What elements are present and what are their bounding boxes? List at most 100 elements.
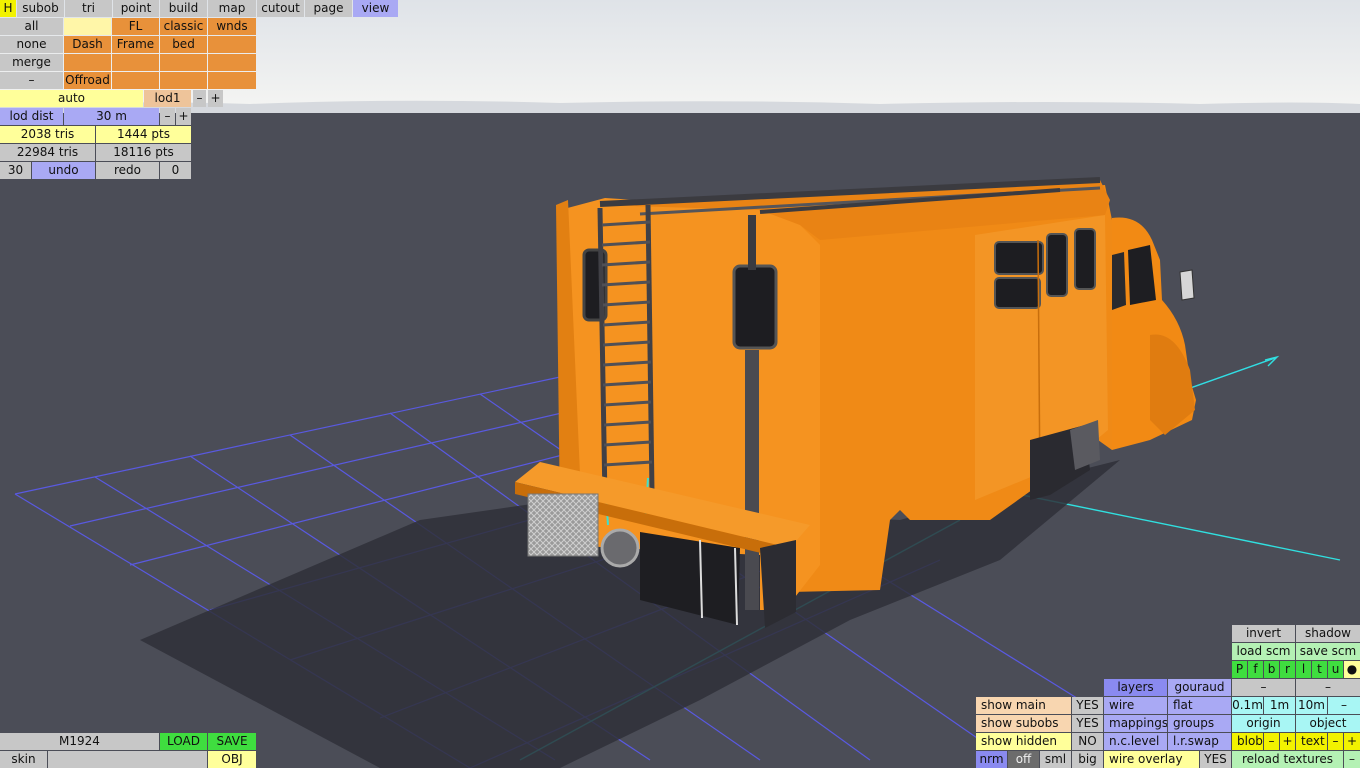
part-wnds[interactable]: wnds [208,18,256,35]
part-cell[interactable] [64,54,111,71]
part-cell[interactable] [160,54,207,71]
undo-count: 30 [0,162,31,179]
file-name[interactable]: M1924 [0,733,159,750]
lod-dist-minus-button[interactable]: – [160,108,175,125]
menu-map[interactable]: map [208,0,256,17]
skin-label[interactable]: skin [0,751,47,768]
show-subobs-value[interactable]: YES [1072,715,1103,732]
show-main-button[interactable]: show main [976,697,1071,714]
save-button[interactable]: SAVE [208,733,256,750]
part-cell[interactable] [112,54,159,71]
text-button[interactable]: text [1296,733,1327,750]
view-dir-dot-icon[interactable]: ● [1344,661,1360,678]
view-dir-r[interactable]: r [1280,661,1295,678]
part-cell[interactable] [208,72,256,89]
lod-dist-value[interactable]: 30 m [64,108,159,125]
part-cell[interactable] [160,72,207,89]
part-merge[interactable]: merge [0,54,63,71]
menu-subob[interactable]: subob [17,0,64,17]
show-subobs-button[interactable]: show subobs [976,715,1071,732]
part-dash[interactable]: Dash [64,36,111,53]
menu-view[interactable]: view [353,0,398,17]
part-collapse[interactable]: – [0,72,63,89]
part-cell[interactable] [112,72,159,89]
stat-total-pts: 18116 pts [96,144,191,161]
show-hidden-value[interactable]: NO [1072,733,1103,750]
invert-button[interactable]: invert [1232,625,1295,642]
wire-button[interactable]: wire [1104,697,1167,714]
layers-button[interactable]: layers [1104,679,1167,696]
off-button[interactable]: off [1008,751,1039,768]
redo-button[interactable]: redo [96,162,159,179]
menu-build[interactable]: build [160,0,207,17]
dash-button[interactable]: – [1232,679,1295,696]
stat-total-tris: 22984 tris [0,144,95,161]
part-classic[interactable]: classic [160,18,207,35]
part-offroad[interactable]: Offroad [64,72,111,89]
load-scm-button[interactable]: load scm [1232,643,1295,660]
redo-count: 0 [160,162,191,179]
lod-dist-plus-button[interactable]: + [176,108,191,125]
lr-swap-button[interactable]: l.r.swap [1168,733,1231,750]
stat-lod-tris: 2038 tris [0,126,95,143]
nrm-button[interactable]: nrm [976,751,1007,768]
wire-overlay-value[interactable]: YES [1200,751,1231,768]
gouraud-button[interactable]: gouraud [1168,679,1231,696]
lod-plus-button[interactable]: + [208,90,223,107]
scale-1m-button[interactable]: 1m [1264,697,1295,714]
menu-point[interactable]: point [113,0,159,17]
scale-minus-button[interactable]: – [1328,697,1360,714]
blob-plus-button[interactable]: + [1280,733,1295,750]
part-cell[interactable] [208,36,256,53]
menu-tri[interactable]: tri [65,0,112,17]
viewport-3d[interactable] [0,0,1360,768]
blob-minus-button[interactable]: – [1264,733,1279,750]
show-hidden-button[interactable]: show hidden [976,733,1071,750]
lod-minus-button[interactable]: – [193,90,206,107]
obj-button[interactable]: OBJ [208,751,256,768]
wire-overlay-button[interactable]: wire overlay [1104,751,1199,768]
shadow-button[interactable]: shadow [1296,625,1360,642]
skin-field[interactable] [48,751,207,768]
view-dir-u[interactable]: u [1328,661,1343,678]
lod-dist-label[interactable]: lod dist [0,108,63,125]
big-button[interactable]: big [1072,751,1103,768]
view-dir-l[interactable]: l [1296,661,1311,678]
stat-lod-pts: 1444 pts [96,126,191,143]
text-plus-button[interactable]: + [1344,733,1360,750]
load-button[interactable]: LOAD [160,733,207,750]
menu-cutout[interactable]: cutout [257,0,304,17]
undo-button[interactable]: undo [32,162,95,179]
lod-level[interactable]: lod1 [144,90,191,107]
origin-button[interactable]: origin [1232,715,1295,732]
part-fl[interactable]: FL [112,18,159,35]
part-bed[interactable]: bed [160,36,207,53]
show-main-value[interactable]: YES [1072,697,1103,714]
save-scm-button[interactable]: save scm [1296,643,1360,660]
menu-h[interactable]: H [0,0,16,17]
scale-0.1m-button[interactable]: 0.1m [1232,697,1263,714]
part-cell[interactable] [64,18,111,35]
blob-button[interactable]: blob [1232,733,1263,750]
view-dir-p[interactable]: P [1232,661,1247,678]
object-button[interactable]: object [1296,715,1360,732]
part-none[interactable]: none [0,36,63,53]
sml-button[interactable]: sml [1040,751,1071,768]
mappings-button[interactable]: mappings [1104,715,1167,732]
view-dir-f[interactable]: f [1248,661,1263,678]
nc-level-button[interactable]: n.c.level [1104,733,1167,750]
groups-button[interactable]: groups [1168,715,1231,732]
flat-button[interactable]: flat [1168,697,1231,714]
part-cell[interactable] [208,54,256,71]
part-frame[interactable]: Frame [112,36,159,53]
reload-minus-button[interactable]: – [1344,751,1360,768]
part-all[interactable]: all [0,18,63,35]
menu-page[interactable]: page [305,0,352,17]
view-dir-b[interactable]: b [1264,661,1279,678]
view-dir-t[interactable]: t [1312,661,1327,678]
lod-mode-auto[interactable]: auto [0,90,143,107]
scale-10m-button[interactable]: 10m [1296,697,1327,714]
dash-button[interactable]: – [1296,679,1360,696]
text-minus-button[interactable]: – [1328,733,1343,750]
reload-textures-button[interactable]: reload textures [1232,751,1343,768]
